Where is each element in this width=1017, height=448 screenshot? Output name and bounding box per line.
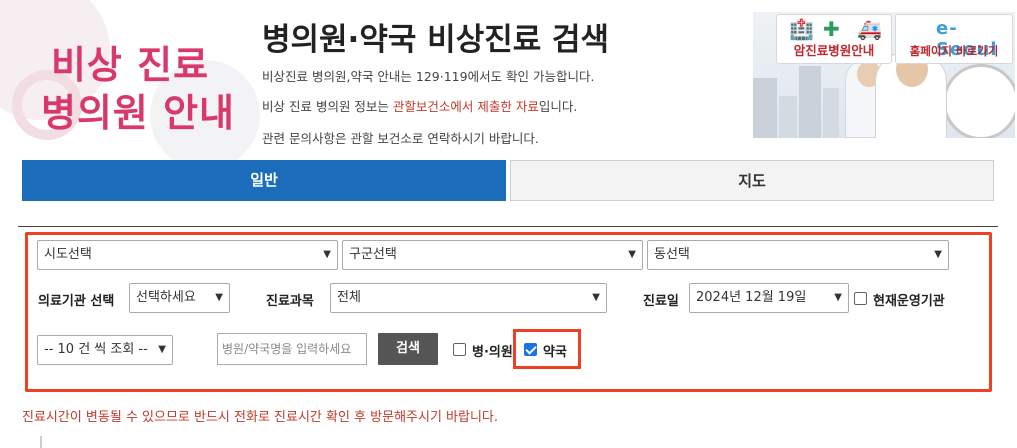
chevron-down-icon: ▼ [934,249,942,260]
page-size-value: -- 10 건 씩 조회 -- [44,342,148,357]
department-label: 진료과목 [266,294,314,309]
chevron-down-icon: ▼ [158,344,166,355]
pharmacy-checkbox-label: 약국 [543,345,567,360]
info-line-2-highlight: 관할보건소에서 제출한 자료 [392,99,539,114]
logo-line-1: 비상 진료 [50,43,210,87]
chevron-down-icon: ▼ [215,292,223,303]
institution-type-value: 선택하세요 [136,290,196,305]
info-line-1: 비상진료 병의원,약국 안내는 129·119에서도 확인 가능합니다. [262,69,595,84]
info-line-2-pre: 비상 진료 병의원 정보는 [262,99,393,114]
sido-select-value: 시도선택 [44,247,92,262]
hospital-checkbox[interactable] [453,343,466,356]
notice-text: 진료시간이 변동될 수 있으므로 반드시 전화로 진료시간 확인 후 방문해주시… [22,410,499,425]
name-search-input[interactable]: 병원/약국명을 입력하세요 [217,333,367,365]
chevron-down-icon: ▼ [628,249,636,260]
open-now-label: 현재운영기관 [873,294,945,309]
info-line-2: 비상 진료 병의원 정보는 관할보건소에서 제출한 자료입니다. [262,96,577,115]
search-button[interactable]: 검색 [378,333,438,365]
open-now-checkbox[interactable] [854,292,867,305]
institution-type-select[interactable]: 선택하세요 ▼ [129,283,230,313]
department-select[interactable]: 전체 ▼ [330,283,607,313]
date-select[interactable]: 2024년 12월 19일 ▼ [689,283,849,313]
info-line-3: 관련 문의사항은 관할 보건소로 연락하시기 바랍니다. [262,131,539,146]
emergency-logo: 비상 진료 병의원 안내 [0,0,260,170]
dong-select-value: 동선택 [654,247,690,262]
department-value: 전체 [337,290,361,305]
pharmacy-checkbox[interactable] [524,343,537,356]
section-divider [18,226,998,227]
page-title: 병의원·약국 비상진료 검색 [262,22,610,58]
hospital-checkbox-label: 병·의원 [472,345,513,360]
tab-map[interactable]: 지도 [510,160,994,201]
chevron-down-icon: ▼ [323,249,331,260]
clock-icon [943,64,1015,138]
doctor-banner: 🏥 ✚ 🚑 암진료병원안내 e-Seoul 홈페이지 바로가기 [753,12,1015,138]
medical-cross-icon: ✚ [823,17,840,41]
gugun-select[interactable]: 구군선택 ▼ [342,240,643,270]
logo-line-2: 병의원 안내 [40,91,236,135]
sido-select[interactable]: 시도선택 ▼ [37,240,338,270]
chevron-down-icon: ▼ [834,292,842,303]
date-label: 진료일 [643,294,679,309]
date-value: 2024년 12월 19일 [696,290,807,305]
doctor-illustration [875,51,947,138]
hospital-icon: 🏥 [789,17,814,41]
gugun-select-value: 구군선택 [349,247,397,262]
chevron-down-icon: ▼ [592,292,600,303]
page-size-select[interactable]: -- 10 건 씩 조회 -- ▼ [37,335,173,365]
institution-type-label: 의료기관 선택 [38,294,115,309]
info-line-2-post: 입니다. [538,99,578,114]
homepage-label: 홈페이지 바로가기 [909,44,999,58]
cancer-hospital-link[interactable]: 🏥 ✚ 🚑 암진료병원안내 [776,14,892,64]
content-edge [40,436,42,448]
homepage-link[interactable]: e-Seoul 홈페이지 바로가기 [895,14,1013,64]
tab-general[interactable]: 일반 [22,160,506,201]
dong-select[interactable]: 동선택 ▼ [647,240,949,270]
cancer-hospital-label: 암진료병원안내 [793,43,875,58]
ambulance-icon: 🚑 [857,17,882,41]
